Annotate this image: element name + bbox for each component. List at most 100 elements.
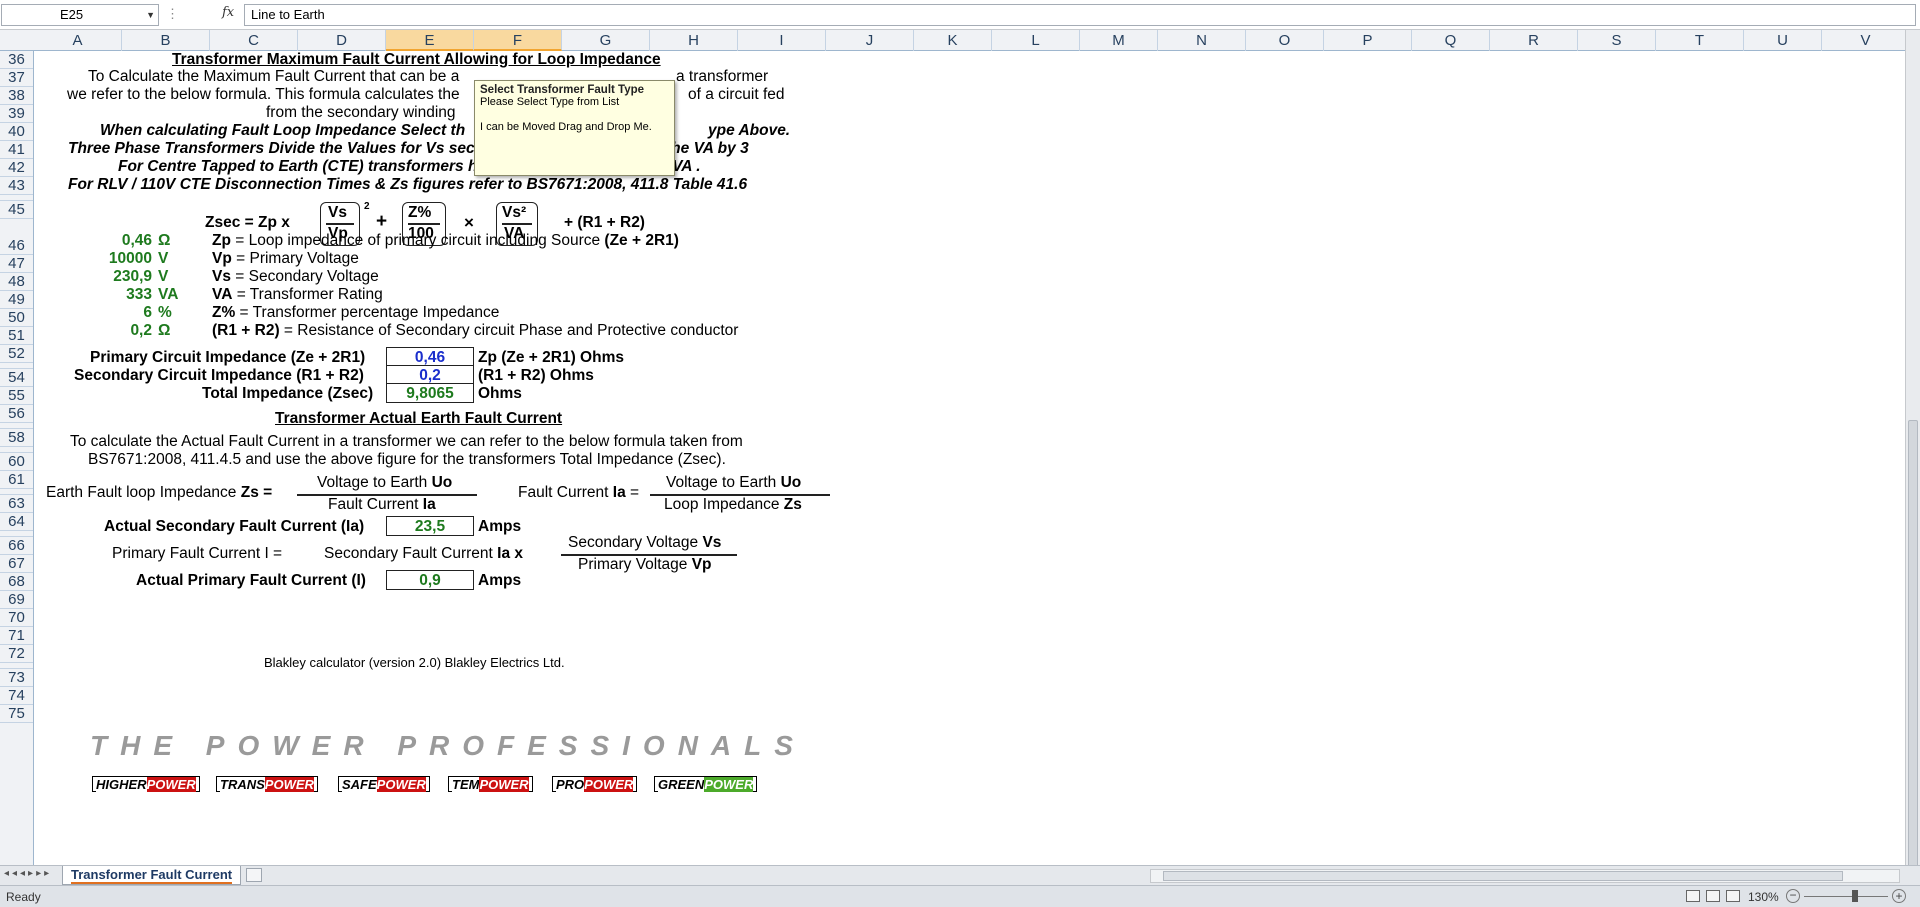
tab-navigation-arrows-icon[interactable]: ◂◂◂▸▸▸: [4, 868, 52, 879]
row-header[interactable]: 51: [0, 327, 33, 345]
actual-primary-fault-cell[interactable]: 0,9: [386, 570, 474, 590]
row-header[interactable]: 68: [0, 573, 33, 591]
text-row-40b: ype Above.: [708, 122, 791, 139]
tab-transformer-fault-current[interactable]: Transformer Fault Current: [62, 866, 242, 885]
zoom-slider[interactable]: [1804, 896, 1888, 897]
page-break-view-icon[interactable]: [1726, 890, 1740, 902]
actual-secondary-fault-cell[interactable]: 23,5: [386, 516, 474, 536]
horizontal-scrollbar[interactable]: [1150, 869, 1900, 883]
row-header[interactable]: 39: [0, 105, 33, 123]
name-box[interactable]: E25 ▼: [1, 4, 159, 26]
row-header[interactable]: 66: [0, 537, 33, 555]
row-header[interactable]: 67: [0, 555, 33, 573]
column-header-o[interactable]: O: [1246, 30, 1324, 51]
column-header-m[interactable]: M: [1080, 30, 1158, 51]
column-header-g[interactable]: G: [562, 30, 650, 51]
column-header-r[interactable]: R: [1490, 30, 1578, 51]
column-header-a[interactable]: A: [34, 30, 122, 51]
input-description: Vs = Secondary Voltage: [212, 268, 379, 285]
column-header-u[interactable]: U: [1744, 30, 1822, 51]
row-header[interactable]: 49: [0, 291, 33, 309]
column-header-k[interactable]: K: [914, 30, 992, 51]
input-description: (R1 + R2) = Resistance of Secondary circ…: [212, 322, 739, 339]
column-header-v[interactable]: V: [1822, 30, 1910, 51]
page-layout-view-icon[interactable]: [1706, 890, 1720, 902]
column-header-h[interactable]: H: [650, 30, 738, 51]
actual-primary-fault-unit: Amps: [478, 572, 522, 589]
row-header[interactable]: 42: [0, 159, 33, 177]
column-header-t[interactable]: T: [1656, 30, 1744, 51]
zpct-numerator: Z%: [408, 204, 432, 221]
row-header[interactable]: 55: [0, 387, 33, 405]
row-header[interactable]: 45: [0, 201, 33, 219]
input-value[interactable]: 6: [143, 304, 152, 322]
normal-view-icon[interactable]: [1686, 890, 1700, 902]
plus-r1r2: + (R1 + R2): [564, 214, 645, 231]
column-header-j[interactable]: J: [826, 30, 914, 51]
row-header[interactable]: 43: [0, 177, 33, 195]
column-header-q[interactable]: Q: [1412, 30, 1490, 51]
input-value[interactable]: 10000: [109, 250, 152, 268]
insert-sheet-icon[interactable]: [246, 868, 262, 882]
zoom-slider-thumb[interactable]: [1852, 890, 1858, 902]
column-header-b[interactable]: B: [122, 30, 210, 51]
row-header[interactable]: 41: [0, 141, 33, 159]
input-value[interactable]: 0,2: [130, 322, 152, 340]
column-header-e[interactable]: E: [386, 30, 474, 51]
total-impedance-cell[interactable]: 9,8065: [386, 383, 474, 403]
row-header[interactable]: 72: [0, 645, 33, 663]
primary-impedance-cell[interactable]: 0,46: [386, 347, 474, 367]
input-value[interactable]: 333: [126, 286, 152, 304]
efli-label: Earth Fault loop Impedance Zs =: [46, 484, 273, 501]
row-header[interactable]: 36: [0, 51, 33, 69]
column-header-c[interactable]: C: [210, 30, 298, 51]
column-header-i[interactable]: I: [738, 30, 826, 51]
row-header[interactable]: 69: [0, 591, 33, 609]
row-header[interactable]: 50: [0, 309, 33, 327]
row-header[interactable]: 58: [0, 429, 33, 447]
row-header[interactable]: 64: [0, 513, 33, 531]
row-header[interactable]: 56: [0, 405, 33, 423]
row-header[interactable]: 70: [0, 609, 33, 627]
input-value[interactable]: 230,9: [113, 268, 152, 286]
row-header[interactable]: 37: [0, 69, 33, 87]
row-header[interactable]: 75: [0, 705, 33, 723]
row-header[interactable]: 40: [0, 123, 33, 141]
row-header[interactable]: 61: [0, 471, 33, 489]
row-header[interactable]: 46: [0, 237, 33, 255]
column-header-d[interactable]: D: [298, 30, 386, 51]
row-header[interactable]: 52: [0, 345, 33, 363]
column-header-l[interactable]: L: [992, 30, 1080, 51]
row-header[interactable]: 48: [0, 273, 33, 291]
column-header-s[interactable]: S: [1578, 30, 1656, 51]
row-header[interactable]: 73: [0, 669, 33, 687]
insert-function-icon[interactable]: fx: [222, 5, 234, 20]
column-header-f[interactable]: F: [474, 30, 562, 51]
vertical-scrollbar[interactable]: [1905, 30, 1920, 875]
secondary-impedance-cell[interactable]: 0,2: [386, 365, 474, 385]
vertical-scroll-thumb[interactable]: [1908, 420, 1918, 875]
row-header[interactable]: 38: [0, 87, 33, 105]
tooltip-line2: I can be Moved Drag and Drop Me.: [480, 121, 652, 133]
fault-type-tooltip[interactable]: Select Transformer Fault Type Please Sel…: [474, 80, 675, 176]
input-description: Zp = Loop impedance of primary circuit i…: [212, 232, 679, 249]
input-value[interactable]: 0,46: [122, 232, 152, 250]
column-header-p[interactable]: P: [1324, 30, 1412, 51]
row-header[interactable]: 60: [0, 453, 33, 471]
row-header[interactable]: 47: [0, 255, 33, 273]
column-headers: ABCDEFGHIJKLMNOPQRSTUV: [0, 30, 1910, 51]
input-unit: VA: [158, 286, 179, 303]
row-header[interactable]: 71: [0, 627, 33, 645]
zoom-out-icon[interactable]: −: [1786, 889, 1800, 903]
zoom-level[interactable]: 130%: [1748, 890, 1779, 904]
row-header[interactable]: 74: [0, 687, 33, 705]
row-header[interactable]: 54: [0, 369, 33, 387]
zoom-in-icon[interactable]: +: [1892, 889, 1906, 903]
chevron-down-icon[interactable]: ▼: [146, 5, 155, 25]
formula-input[interactable]: Line to Earth: [244, 4, 1916, 26]
formula-bar: E25 ▼ ⋮ fx Line to Earth: [0, 0, 1920, 30]
column-header-n[interactable]: N: [1158, 30, 1246, 51]
row-header[interactable]: 63: [0, 495, 33, 513]
horizontal-scroll-thumb[interactable]: [1163, 871, 1843, 881]
status-ready: Ready: [6, 890, 41, 904]
